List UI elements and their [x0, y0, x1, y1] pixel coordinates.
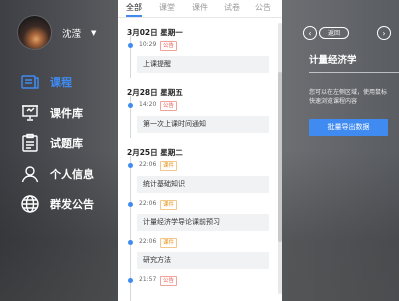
badge-notice: 公告: [160, 276, 178, 286]
timeline-card[interactable]: 统计基础知识: [137, 176, 269, 193]
book-icon: [21, 75, 39, 89]
timeline-card[interactable]: 上课提醒: [137, 56, 269, 73]
timeline-card[interactable]: 研究方法: [137, 252, 269, 269]
item-time: 22:06: [139, 161, 157, 168]
tab-notice[interactable]: 公告: [255, 2, 271, 13]
description-line: 快速浏览课程内容: [309, 98, 358, 105]
timeline-dot: [127, 103, 133, 108]
course-title: 计量经济学: [309, 55, 357, 66]
timeline-dot: [127, 163, 133, 168]
tab-bar: 全部 课堂 课件 试卷 公告: [118, 0, 282, 18]
sidebar-item-courseware[interactable]: 课件库: [20, 98, 94, 129]
description-line: 您可以在左侧区域，使用鼠标: [309, 89, 388, 96]
sidebar-nav: 课程 课件库 试题库 个人信息 群发公告: [20, 67, 94, 220]
clipboard-icon: [22, 134, 38, 152]
back-button[interactable]: 返回: [319, 27, 349, 39]
user-profile[interactable]: 沈滢 ▼: [18, 16, 96, 49]
badge-courseware: 课件: [160, 200, 178, 210]
sidebar-item-label: 课程: [50, 76, 72, 90]
sidebar-item-label: 群发公告: [50, 198, 94, 212]
timeline-date: 2月28日 星期五: [127, 88, 183, 97]
item-time: 22:06: [139, 238, 157, 245]
chevron-down-icon[interactable]: ▼: [91, 29, 96, 37]
course-description: 您可以在左侧区域，使用鼠标 快速浏览课程内容: [309, 88, 399, 106]
item-time: 10:29: [139, 41, 157, 48]
timeline-dot: [127, 202, 133, 207]
badge-notice: 公告: [160, 41, 178, 51]
globe-icon: [21, 195, 39, 213]
tab-classroom[interactable]: 课堂: [159, 2, 175, 13]
tab-exam[interactable]: 试卷: [224, 2, 240, 13]
sidebar-item-broadcast[interactable]: 群发公告: [20, 189, 94, 220]
presentation-icon: [22, 105, 38, 121]
sidebar-item-label: 个人信息: [50, 167, 94, 181]
badge-notice: 公告: [160, 101, 178, 111]
avatar[interactable]: [18, 16, 51, 49]
sidebar-item-profile[interactable]: 个人信息: [20, 159, 94, 190]
chevron-left-icon[interactable]: ‹: [303, 26, 317, 40]
timeline-date: 3月02日 星期一: [127, 28, 183, 37]
tab-all[interactable]: 全部: [126, 2, 142, 13]
username: 沈滢: [62, 28, 82, 40]
timeline-dot: [127, 43, 133, 48]
item-time: 14:20: [139, 101, 157, 108]
chevron-right-icon[interactable]: ›: [377, 26, 391, 40]
timeline-dot: [127, 278, 133, 283]
sidebar-item-label: 课件库: [50, 106, 83, 120]
timeline-dot: [127, 240, 133, 245]
export-data-button[interactable]: 批量导出数据: [309, 119, 388, 136]
item-time: 22:06: [139, 200, 157, 207]
sidebar-item-course[interactable]: 课程: [20, 67, 94, 98]
user-icon: [21, 166, 39, 182]
sidebar-item-label: 试题库: [50, 137, 83, 151]
timeline-card[interactable]: 第一次上课时间通知: [137, 116, 269, 133]
timeline-date: 2月25日 星期二: [127, 148, 183, 157]
divider: [309, 72, 399, 73]
sidebar-item-exam[interactable]: 试题库: [20, 128, 94, 159]
active-tab-indicator: [126, 15, 142, 17]
tab-courseware[interactable]: 课件: [192, 2, 208, 13]
item-time: 21:57: [139, 276, 157, 283]
badge-courseware: 课件: [160, 161, 178, 171]
timeline-card[interactable]: 计量经济学导论课前预习: [137, 214, 269, 231]
badge-courseware: 课件: [160, 238, 178, 248]
scrollbar-thumb[interactable]: [278, 72, 282, 242]
